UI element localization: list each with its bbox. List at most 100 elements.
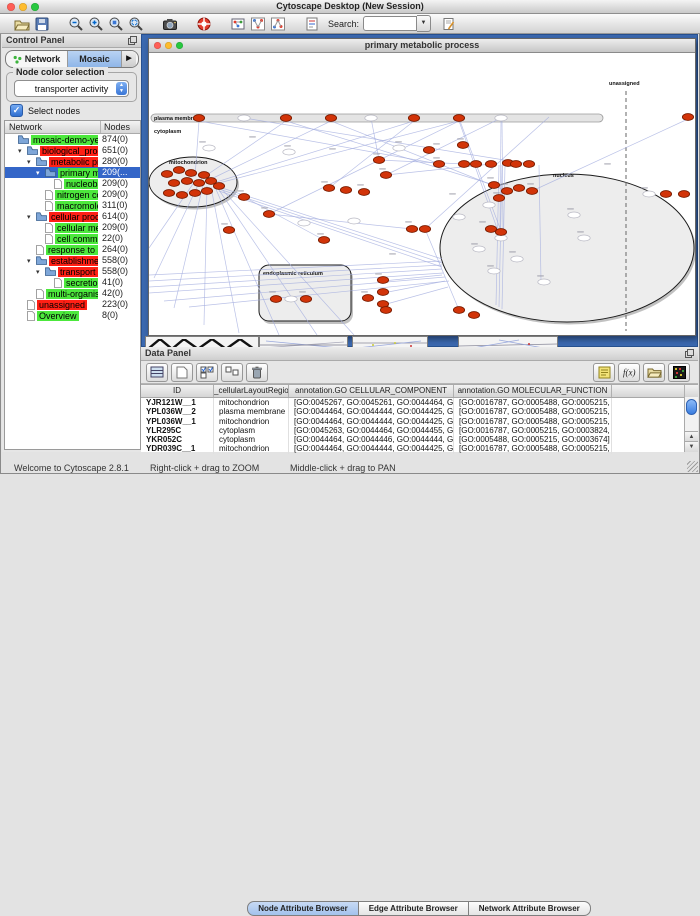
table-row[interactable]: YLR295Ccytoplasm[GO:0045263, GO:0044464,… [141, 426, 698, 435]
select-nodes-checkbox[interactable]: ✓ [10, 104, 23, 117]
node[interactable] [377, 289, 388, 296]
node[interactable] [263, 211, 274, 218]
float-panel-icon[interactable] [685, 349, 694, 358]
node[interactable] [408, 115, 419, 122]
tree-row-multi-organism-pro[interactable]: multi-organism pro42(0) [5, 288, 140, 299]
node[interactable] [181, 178, 192, 185]
network-manager-icon[interactable] [228, 15, 248, 33]
node[interactable] [457, 142, 468, 149]
help-ring-icon[interactable] [194, 15, 214, 33]
tree-row-cellular-metabo[interactable]: cellular metabo209(0) [5, 222, 140, 233]
node[interactable] [280, 115, 291, 122]
node[interactable] [362, 295, 373, 302]
tree-row-cellular-process[interactable]: ▾cellular process614(0) [5, 211, 140, 222]
node[interactable] [419, 226, 430, 233]
node[interactable] [495, 229, 506, 236]
import-attributes-icon[interactable] [643, 363, 665, 382]
network-view-window[interactable]: primary metabolic process plasma membran… [148, 38, 696, 336]
column-header[interactable]: annotation.GO MOLECULAR_FUNCTION [454, 385, 612, 397]
node[interactable] [161, 171, 172, 178]
column-header[interactable] [612, 385, 685, 397]
column-header[interactable]: annotation.GO CELLULAR_COMPONENT [289, 385, 454, 397]
scroll-down-icon[interactable]: ▼ [685, 441, 698, 452]
more-tabs-arrow-icon[interactable]: ▶ [122, 51, 136, 67]
zoom-in-icon[interactable] [86, 15, 106, 33]
delete-attribute-icon[interactable] [246, 363, 268, 382]
node[interactable] [513, 185, 524, 192]
tree-expand-icon[interactable]: ▾ [27, 213, 36, 221]
tree-expand-icon[interactable]: ▾ [36, 169, 45, 177]
attribute-matrix-icon[interactable] [668, 363, 690, 382]
select-attributes-icon[interactable] [196, 363, 218, 382]
node[interactable] [678, 191, 689, 198]
node[interactable] [433, 161, 444, 168]
node[interactable] [501, 188, 512, 195]
table-row[interactable]: YJR121W__1mitochondrion[GO:0045267, GO:0… [141, 398, 698, 407]
node[interactable] [198, 172, 209, 179]
tab-network-attribute-browser[interactable]: Network Attribute Browser [468, 901, 591, 916]
table-row[interactable]: YPL036W__2plasma membrane[GO:0044464, GO… [141, 407, 698, 416]
float-panel-icon[interactable] [128, 36, 137, 45]
node-color-select[interactable]: transporter activity ▲▼ [14, 80, 129, 97]
node[interactable] [323, 185, 334, 192]
tree-expand-icon[interactable]: ▾ [27, 158, 36, 166]
node[interactable] [358, 189, 369, 196]
network-canvas[interactable]: plasma membranecytoplasmmitochondrionnuc… [149, 53, 695, 335]
node[interactable] [470, 161, 481, 168]
node[interactable] [526, 188, 537, 195]
tab-edge-attribute-browser[interactable]: Edge Attribute Browser [358, 901, 469, 916]
tree-row-unassigned[interactable]: unassigned223(0) [5, 299, 140, 310]
column-header[interactable]: _cellularLayoutRegion [214, 385, 289, 397]
tree-expand-icon[interactable]: ▾ [36, 268, 45, 276]
node[interactable] [660, 191, 671, 198]
tree-row-metabolic-process[interactable]: ▾metabolic process280(0) [5, 156, 140, 167]
node[interactable] [213, 183, 224, 190]
node[interactable] [163, 190, 174, 197]
background-window-fragment[interactable] [458, 336, 558, 347]
tree-row-overview[interactable]: Overview8(0) [5, 310, 140, 321]
background-window-fragment[interactable] [352, 336, 428, 347]
tree-row-transport[interactable]: ▾transport558(0) [5, 266, 140, 277]
node[interactable] [380, 172, 391, 179]
node[interactable] [488, 182, 499, 189]
annotation-icon[interactable] [302, 15, 322, 33]
tree-row-secretion[interactable]: secretion41(0) [5, 277, 140, 288]
tree-row-biological-process[interactable]: ▾biological_process651(0) [5, 145, 140, 156]
node[interactable] [523, 161, 534, 168]
node[interactable] [453, 307, 464, 314]
node[interactable] [423, 147, 434, 154]
layout-edges-icon[interactable] [268, 15, 288, 33]
zoom-selected-icon[interactable] [106, 15, 126, 33]
node[interactable] [223, 227, 234, 234]
tree-row-mosaic-demo-yeast[interactable]: mosaic-demo-yeast874(0) [5, 134, 140, 145]
node[interactable] [468, 312, 479, 319]
node[interactable] [373, 157, 384, 164]
table-row[interactable]: YKR052Ccytoplasm[GO:0044464, GO:0044446,… [141, 435, 698, 444]
zoom-fit-icon[interactable] [126, 15, 146, 33]
attribute-list-icon[interactable] [593, 363, 615, 382]
function-builder-icon[interactable]: f(x) [618, 363, 640, 382]
tree-row-establishment-of-lo[interactable]: ▾establishment of lo558(0) [5, 255, 140, 266]
tree-row-nitrogen-compo[interactable]: nitrogen compo209(0) [5, 189, 140, 200]
node[interactable] [406, 226, 417, 233]
search-dropdown-icon[interactable]: ▼ [417, 15, 431, 32]
node[interactable] [458, 161, 469, 168]
attribute-table-icon[interactable] [146, 363, 168, 382]
tree-row-primary-metabo[interactable]: ▾primary metabo209(... [5, 167, 140, 178]
tree-expand-icon[interactable]: ▾ [18, 147, 27, 155]
snapshot-icon[interactable] [160, 15, 180, 33]
node[interactable] [185, 170, 196, 177]
tree-row-cell-communicat[interactable]: cell communicat22(0) [5, 233, 140, 244]
node[interactable] [176, 192, 187, 199]
open-session-icon[interactable] [12, 15, 32, 33]
table-scrollbar[interactable]: ▲ ▼ [684, 397, 698, 452]
layout-nodes-icon[interactable] [248, 15, 268, 33]
configure-search-icon[interactable] [439, 15, 459, 33]
tab-network[interactable]: Network [6, 51, 68, 67]
table-row[interactable]: YPL036W__1mitochondrion[GO:0044464, GO:0… [141, 417, 698, 426]
node[interactable] [453, 115, 464, 122]
save-session-icon[interactable] [32, 15, 52, 33]
unselect-attributes-icon[interactable] [221, 363, 243, 382]
node[interactable] [270, 296, 281, 303]
scrollbar-thumb[interactable] [686, 399, 697, 415]
